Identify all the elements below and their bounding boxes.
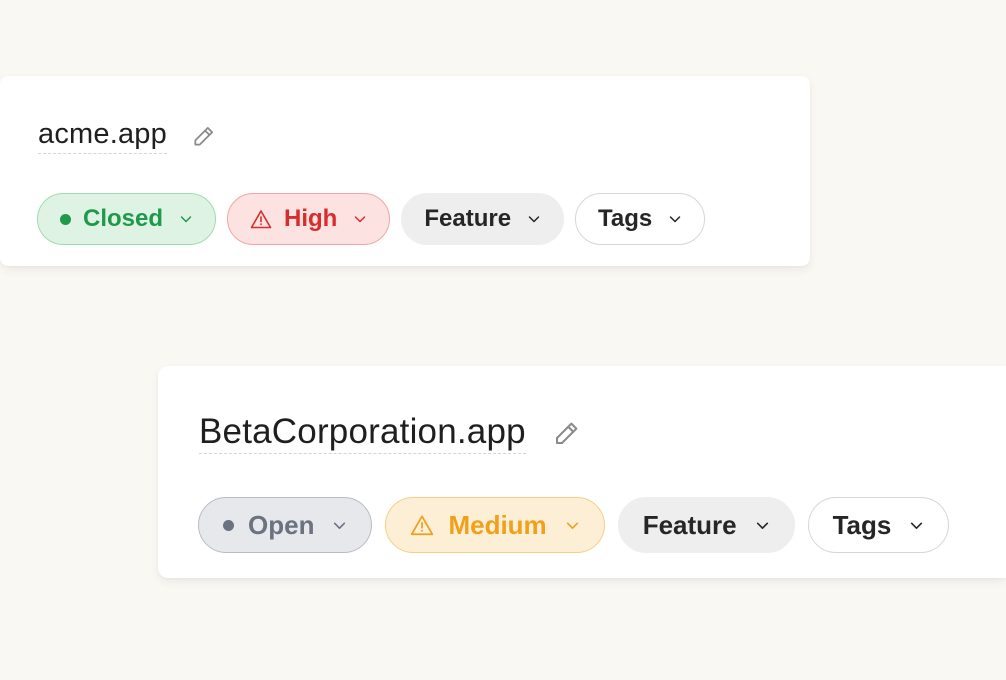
chevron-down-icon: [332, 518, 347, 533]
pencil-icon[interactable]: [552, 418, 582, 448]
status-dropdown[interactable]: Closed: [37, 193, 217, 245]
status-label: Closed: [83, 205, 164, 232]
pencil-icon[interactable]: [191, 123, 217, 149]
status-dot-icon: [60, 213, 71, 225]
tags-dropdown[interactable]: Tags: [807, 497, 950, 553]
chevron-down-icon: [527, 212, 541, 226]
type-dropdown[interactable]: Feature: [617, 497, 795, 553]
project-title-row: acme.app: [38, 120, 217, 154]
attribute-pills: Closed High Feature Tags: [37, 193, 706, 245]
project-title-row: BetaCorporation.app: [199, 414, 582, 454]
status-dot-icon: [223, 519, 234, 531]
chevron-down-icon: [179, 212, 193, 226]
chevron-down-icon: [909, 518, 924, 533]
warning-triangle-icon: [410, 514, 434, 536]
priority-dropdown[interactable]: Medium: [385, 497, 605, 553]
status-dropdown[interactable]: Open: [198, 497, 373, 553]
type-label: Feature: [424, 205, 512, 232]
attribute-pills: Open Medium Feature Tags: [198, 497, 950, 553]
priority-label: Medium: [448, 509, 547, 540]
type-label: Feature: [642, 509, 737, 540]
tags-dropdown[interactable]: Tags: [575, 193, 706, 245]
priority-label: High: [284, 205, 338, 232]
priority-dropdown[interactable]: High: [227, 193, 391, 245]
tags-label: Tags: [832, 509, 892, 540]
chevron-down-icon: [565, 518, 580, 533]
tags-label: Tags: [598, 205, 653, 232]
project-title: acme.app: [38, 120, 167, 154]
status-label: Open: [248, 509, 315, 540]
chevron-down-icon: [668, 212, 682, 226]
project-title: BetaCorporation.app: [199, 414, 526, 454]
chevron-down-icon: [353, 212, 367, 226]
type-dropdown[interactable]: Feature: [401, 193, 565, 245]
chevron-down-icon: [755, 518, 770, 533]
warning-triangle-icon: [250, 209, 272, 229]
